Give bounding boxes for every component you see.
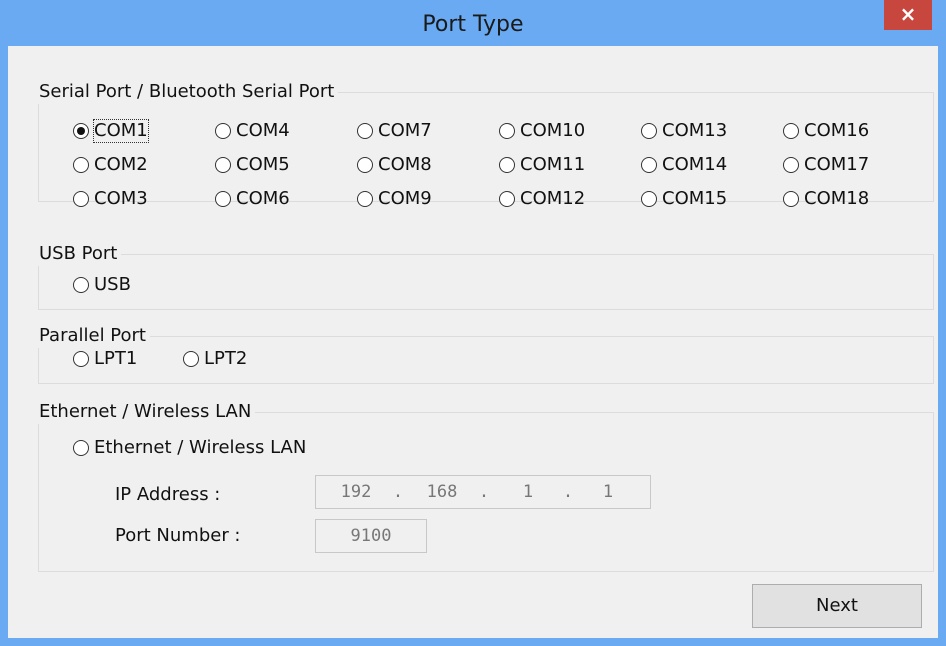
radio-label: Ethernet / Wireless LAN bbox=[94, 437, 307, 458]
parallel-port-legend: Parallel Port bbox=[38, 324, 150, 348]
dialog-body: Serial Port / Bluetooth Serial Port COM1… bbox=[8, 46, 938, 638]
radio-circle bbox=[499, 157, 515, 173]
radio-label: LPT1 bbox=[94, 348, 138, 369]
radio-circle bbox=[641, 157, 657, 173]
radio-com17[interactable]: COM17 bbox=[783, 154, 869, 176]
radio-ethernet[interactable]: Ethernet / Wireless LAN bbox=[73, 437, 306, 459]
port-type-dialog: Port Type × Serial Port / Bluetooth Seri… bbox=[0, 0, 946, 646]
radio-label: COM18 bbox=[804, 188, 870, 209]
radio-label: COM14 bbox=[662, 154, 728, 175]
radio-com7[interactable]: COM7 bbox=[357, 120, 432, 142]
ethernet-legend: Ethernet / Wireless LAN bbox=[38, 400, 256, 424]
radio-circle bbox=[73, 191, 89, 207]
radio-circle bbox=[783, 123, 799, 139]
ip-dot: . bbox=[478, 482, 490, 502]
radio-com5[interactable]: COM5 bbox=[215, 154, 290, 176]
usb-port-group: USB Port USB bbox=[38, 242, 934, 310]
radio-com14[interactable]: COM14 bbox=[641, 154, 727, 176]
radio-label: COM17 bbox=[804, 154, 870, 175]
ethernet-group: Ethernet / Wireless LAN Ethernet / Wirel… bbox=[38, 400, 934, 572]
radio-com15[interactable]: COM15 bbox=[641, 188, 727, 210]
radio-circle bbox=[641, 191, 657, 207]
radio-circle bbox=[215, 157, 231, 173]
radio-usb[interactable]: USB bbox=[73, 274, 131, 296]
radio-circle bbox=[73, 277, 89, 293]
radio-label: USB bbox=[94, 274, 131, 295]
ip-octet-1: 192 bbox=[340, 482, 372, 502]
radio-com18[interactable]: COM18 bbox=[783, 188, 869, 210]
radio-lpt1[interactable]: LPT1 bbox=[73, 348, 137, 370]
radio-label: LPT2 bbox=[204, 348, 248, 369]
radio-label: COM15 bbox=[662, 188, 728, 209]
radio-circle bbox=[357, 157, 373, 173]
radio-com12[interactable]: COM12 bbox=[499, 188, 585, 210]
radio-com16[interactable]: COM16 bbox=[783, 120, 869, 142]
radio-com10[interactable]: COM10 bbox=[499, 120, 585, 142]
radio-label: COM13 bbox=[662, 120, 728, 141]
usb-port-legend: USB Port bbox=[38, 242, 122, 266]
radio-circle bbox=[183, 351, 199, 367]
radio-label: COM5 bbox=[236, 154, 290, 175]
radio-circle bbox=[499, 123, 515, 139]
ip-address-label: IP Address : bbox=[115, 484, 221, 505]
radio-label: COM16 bbox=[804, 120, 870, 141]
radio-label: COM3 bbox=[94, 188, 148, 209]
radio-circle bbox=[641, 123, 657, 139]
radio-label: COM8 bbox=[378, 154, 432, 175]
port-number-value: 9100 bbox=[350, 526, 392, 546]
next-button-label: Next bbox=[816, 595, 858, 616]
title-bar[interactable]: Port Type × bbox=[0, 0, 946, 44]
radio-circle bbox=[73, 351, 89, 367]
radio-com6[interactable]: COM6 bbox=[215, 188, 290, 210]
radio-com4[interactable]: COM4 bbox=[215, 120, 290, 142]
radio-circle bbox=[215, 123, 231, 139]
radio-com8[interactable]: COM8 bbox=[357, 154, 432, 176]
radio-com9[interactable]: COM9 bbox=[357, 188, 432, 210]
close-icon: × bbox=[899, 2, 917, 26]
radio-lpt2[interactable]: LPT2 bbox=[183, 348, 247, 370]
radio-circle bbox=[73, 440, 89, 456]
next-button[interactable]: Next bbox=[752, 584, 922, 628]
radio-com13[interactable]: COM13 bbox=[641, 120, 727, 142]
radio-label: COM2 bbox=[94, 154, 148, 175]
serial-port-legend: Serial Port / Bluetooth Serial Port bbox=[38, 80, 339, 104]
radio-circle bbox=[357, 123, 373, 139]
port-number-field[interactable]: 9100 bbox=[315, 519, 427, 553]
radio-circle bbox=[357, 191, 373, 207]
radio-label: COM6 bbox=[236, 188, 290, 209]
radio-label: COM7 bbox=[378, 120, 432, 141]
parallel-port-group: Parallel Port LPT1 LPT2 bbox=[38, 324, 934, 384]
radio-com2[interactable]: COM2 bbox=[73, 154, 148, 176]
radio-circle bbox=[499, 191, 515, 207]
window-title: Port Type bbox=[422, 12, 524, 37]
radio-label: COM11 bbox=[520, 154, 586, 175]
ip-dot: . bbox=[562, 482, 574, 502]
radio-circle bbox=[73, 157, 89, 173]
ip-octet-4: 1 bbox=[602, 482, 614, 502]
radio-com1[interactable]: COM1 bbox=[73, 119, 149, 143]
ip-octet-3: 1 bbox=[522, 482, 534, 502]
radio-label: COM12 bbox=[520, 188, 586, 209]
radio-label: COM4 bbox=[236, 120, 290, 141]
radio-circle bbox=[783, 157, 799, 173]
radio-circle bbox=[783, 191, 799, 207]
ip-dot: . bbox=[392, 482, 404, 502]
radio-circle bbox=[215, 191, 231, 207]
port-number-label: Port Number : bbox=[115, 525, 241, 546]
radio-circle-checked bbox=[73, 123, 89, 139]
serial-port-group: Serial Port / Bluetooth Serial Port COM1… bbox=[38, 80, 934, 209]
ip-address-field[interactable]: 192 . 168 . 1 . 1 bbox=[315, 475, 651, 509]
radio-label: COM9 bbox=[378, 188, 432, 209]
radio-com11[interactable]: COM11 bbox=[499, 154, 585, 176]
ip-octet-2: 168 bbox=[426, 482, 458, 502]
close-button[interactable]: × bbox=[884, 0, 932, 30]
radio-label: COM1 bbox=[93, 119, 149, 143]
radio-label: COM10 bbox=[520, 120, 586, 141]
radio-com3[interactable]: COM3 bbox=[73, 188, 148, 210]
